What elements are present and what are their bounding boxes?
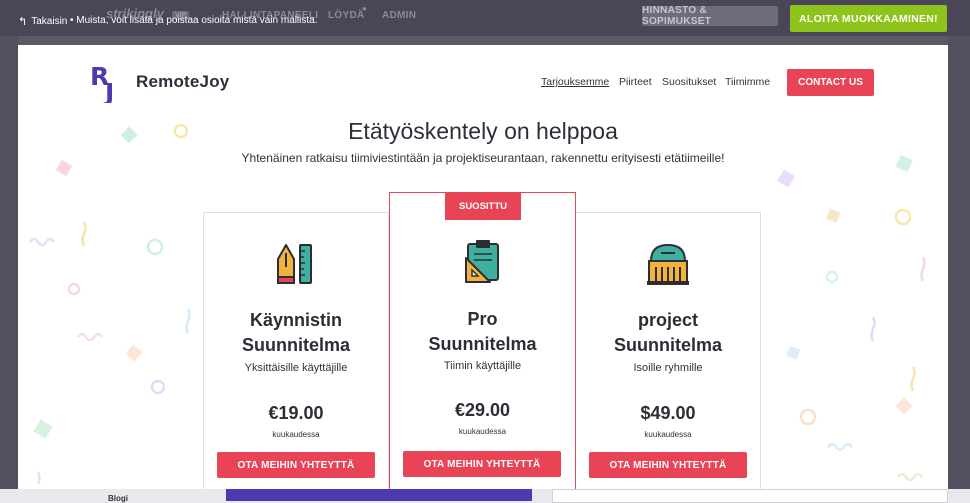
back-arrow-icon: ↰ (18, 16, 28, 28)
editor-side-left (0, 36, 18, 503)
back-label: Takaisin (31, 16, 68, 27)
pricing-button[interactable]: HINNASTO & SOPIMUKSET (642, 5, 778, 27)
plan-description: Tiimin käyttäjille (443, 360, 522, 372)
editor-nav-discover[interactable]: LÖYDÄ (328, 10, 365, 21)
site-nav-offers[interactable]: Tarjouksemme (541, 76, 609, 88)
editor-nav-admin[interactable]: ADMIN (382, 10, 416, 21)
plan-description: Isoille ryhmille (633, 362, 703, 374)
start-editing-button[interactable]: ALOITA MUOKKAAMINEN! (790, 5, 947, 32)
clipboard-ruler-icon (464, 240, 499, 283)
site-name: RemoteJoy (136, 72, 230, 91)
plan-contact-button[interactable]: OTA MEIHIN YHTEYTTÄ (217, 452, 375, 478)
nav-notification-dot: ● (362, 4, 367, 13)
plan-contact-button[interactable]: OTA MEIHIN YHTEYTTÄ (403, 451, 561, 477)
plan-title-line1: Pro (467, 309, 498, 329)
pricing-section: Etätyöskentely on helppoa Yhtenäinen rat… (18, 117, 948, 489)
site-nav-features[interactable]: Piirteet (619, 76, 652, 88)
hint-text: Muista, voit lisätä ja poistaa osioita m… (76, 15, 318, 26)
plan-title-line2: Suunnitelma (613, 335, 722, 355)
plan-price: €29.00 (454, 400, 511, 420)
template-preview: R J RemoteJoy Tarjouksemme Piirteet Suos… (18, 45, 948, 489)
plan-title-line2: Suunnitelma (428, 334, 537, 354)
popular-badge: SUOSITTU (445, 193, 521, 220)
editor-hint: • Muista, voit lisätä ja poistaa osioita… (70, 15, 318, 26)
hero-title: Etätyöskentely on helppoa (348, 118, 618, 144)
site-header: R J RemoteJoy Tarjouksemme Piirteet Suos… (18, 45, 948, 117)
plan-card-starter: Käynnistin Suunnitelma Yksittäisille käy… (203, 212, 389, 489)
back-link[interactable]: ↰ Takaisin (18, 15, 67, 28)
svg-text:J: J (103, 78, 114, 103)
editor-bottom-bar (226, 489, 532, 501)
plan-price: €19.00 (268, 403, 324, 423)
editor-bottom-panel (552, 489, 948, 503)
plan-contact-button[interactable]: OTA MEIHIN YHTEYTTÄ (589, 452, 747, 478)
plan-price: $49.00 (640, 403, 696, 423)
plan-period: kuukaudessa (458, 427, 507, 436)
pen-ruler-icon (277, 244, 312, 284)
site-nav-team[interactable]: Tiimimme (725, 76, 770, 88)
contact-us-button[interactable]: CONTACT US (787, 69, 874, 96)
plan-card-project: project Suunnitelma Isoille ryhmille $49… (575, 212, 761, 489)
hero-subtitle: Yhtenäinen ratkaisu tiimiviestintään ja … (241, 151, 725, 165)
site-nav-testimonials[interactable]: Suositukset (662, 76, 716, 88)
editor-blog-label[interactable]: Blogi (108, 494, 128, 503)
plan-card-pro: SUOSITTU Pro Suunnitelma Tiimin käyttäji… (389, 192, 576, 489)
plan-title-line1: project (637, 310, 698, 330)
building-icon (647, 243, 689, 285)
remotejoy-logo-icon: R J (90, 62, 114, 103)
editor-side-right (948, 36, 970, 503)
editor-toolbar: ↰ Takaisin strikingly VIP HALLINTAPANEEL… (0, 0, 970, 36)
plan-period: kuukaudessa (272, 430, 320, 439)
plan-title-line1: Käynnistin (249, 310, 342, 330)
plan-title-line2: Suunnitelma (241, 335, 350, 355)
plan-description: Yksittäisille käyttäjille (244, 362, 348, 374)
plan-period: kuukaudessa (644, 430, 692, 439)
